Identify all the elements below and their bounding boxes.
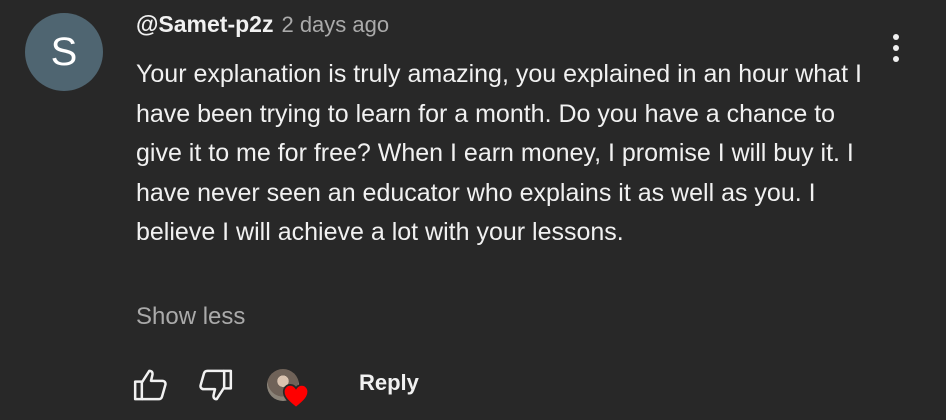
- show-less-button[interactable]: Show less: [136, 303, 245, 331]
- comment-timestamp[interactable]: 2 days ago: [281, 12, 389, 38]
- like-button[interactable]: [128, 362, 174, 408]
- dislike-button[interactable]: [192, 362, 238, 408]
- creator-heart[interactable]: [264, 366, 312, 410]
- heart-icon: [282, 384, 310, 409]
- thumbs-up-icon: [133, 369, 167, 401]
- author-name[interactable]: @Samet-p2z: [136, 11, 273, 38]
- thumbs-down-icon: [199, 369, 233, 401]
- avatar[interactable]: S: [25, 13, 103, 91]
- comment-thread: S @Samet-p2z 2 days ago Your explanation…: [0, 0, 946, 420]
- comment-menu-button[interactable]: [880, 28, 912, 68]
- avatar-letter: S: [50, 30, 78, 74]
- comment-header: @Samet-p2z 2 days ago: [136, 11, 389, 38]
- reply-button[interactable]: Reply: [359, 370, 419, 396]
- more-vertical-icon: [893, 34, 899, 62]
- comment-text: Your explanation is truly amazing, you e…: [136, 60, 862, 246]
